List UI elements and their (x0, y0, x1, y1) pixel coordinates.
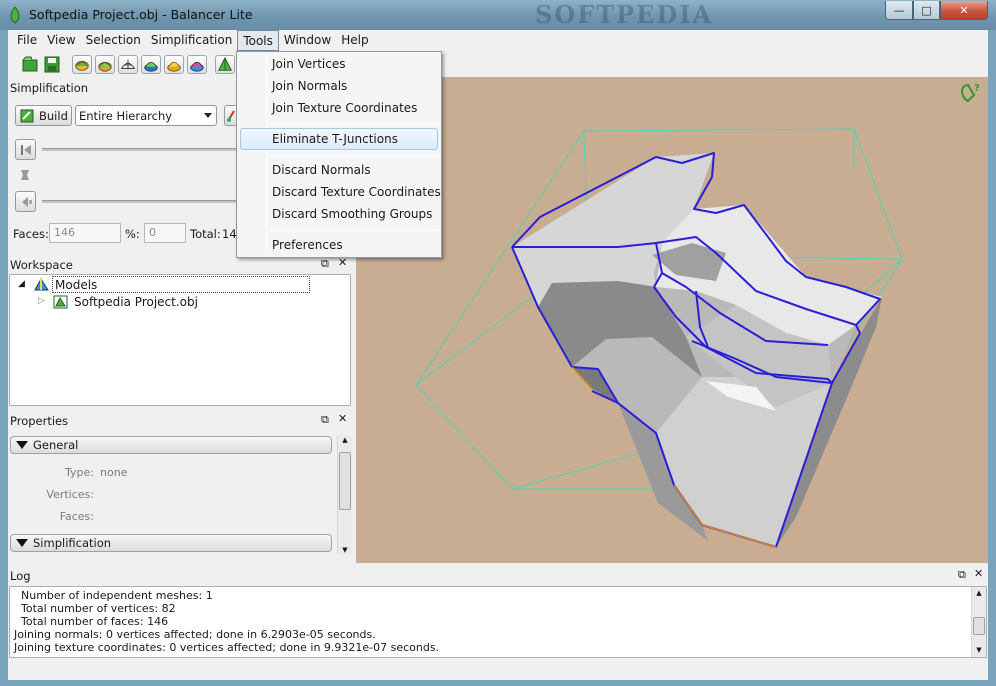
faces-label: Faces: (13, 227, 49, 241)
menu-item-join-normals[interactable]: Join Normals (272, 79, 347, 93)
collapsed-arrow-icon[interactable]: ▷ (38, 296, 45, 306)
mesh-view-6-icon[interactable] (187, 55, 207, 74)
close-pane-icon[interactable]: ✕ (974, 567, 983, 580)
close-pane-icon[interactable]: ✕ (338, 412, 347, 425)
log-line: Total number of vertices: 82 (14, 602, 176, 615)
menu-separator (269, 123, 439, 124)
simplification-section-header[interactable]: Simplification (10, 534, 332, 552)
softpedia-watermark: SOFTPEDIA (535, 0, 714, 29)
svg-text:?: ? (974, 83, 980, 94)
mesh-view-2-icon[interactable] (95, 55, 115, 74)
menu-bar: File View Selection Simplification Tools… (8, 30, 988, 51)
log-output[interactable]: Number of independent meshes: 1 Total nu… (9, 586, 987, 658)
general-section-header[interactable]: General (10, 436, 332, 454)
log-panel: Log ⧉ ✕ Number of independent meshes: 1 … (8, 565, 988, 680)
type-label: Type: (65, 466, 94, 479)
percent-field[interactable]: 0 (144, 223, 186, 243)
close-button[interactable]: ✕ (940, 1, 988, 20)
mesh-view-3-icon[interactable] (118, 55, 138, 74)
properties-panel: Properties ⧉ ✕ General Type: none Vertic… (8, 412, 354, 562)
3d-viewport[interactable]: ? (356, 77, 988, 563)
menu-item-join-texture-coordinates[interactable]: Join Texture Coordinates (272, 101, 417, 115)
menu-file[interactable]: File (12, 30, 42, 51)
maximize-button[interactable]: □ (913, 1, 940, 20)
simplification-section-label: Simplification (33, 536, 112, 550)
mesh-model (512, 153, 882, 547)
app-icon (10, 6, 20, 24)
log-line: Joining normals: 0 vertices affected; do… (14, 628, 376, 641)
expanded-arrow-icon[interactable]: ◢ (18, 279, 25, 289)
menu-item-join-vertices[interactable]: Join Vertices (272, 57, 346, 71)
tree-item-models[interactable]: Models (52, 276, 310, 293)
menu-separator (269, 155, 439, 156)
menu-item-eliminate-t-junctions[interactable]: Eliminate T-Junctions (272, 132, 398, 146)
help-cursor-icon[interactable]: ? (961, 83, 980, 103)
build-label: Build (39, 109, 68, 123)
skip-back-icon (21, 145, 31, 155)
minimize-button[interactable]: — (885, 1, 913, 20)
level-button[interactable] (15, 165, 36, 186)
menu-item-preferences[interactable]: Preferences (272, 238, 343, 252)
menu-selection[interactable]: Selection (81, 30, 146, 51)
type-value: none (100, 466, 128, 479)
open-file-icon[interactable] (20, 55, 40, 74)
menu-separator (269, 230, 439, 231)
general-section-label: General (33, 438, 79, 452)
step-back-icon (22, 197, 32, 207)
menu-simplification[interactable]: Simplification (146, 30, 237, 51)
log-line: Number of independent meshes: 1 (14, 589, 213, 602)
properties-scrollbar[interactable]: ▲ ▼ (337, 436, 352, 554)
mesh-view-1-icon[interactable] (72, 55, 92, 74)
build-button[interactable]: Build (15, 105, 72, 126)
models-icon (34, 278, 49, 291)
workspace-panel: Workspace ⧉ ✕ ◢ Models ▷ Softpedia Proje… (8, 256, 354, 408)
float-pane-icon[interactable]: ⧉ (321, 257, 329, 271)
step-back-button[interactable] (15, 191, 36, 212)
collapse-arrow-icon (16, 539, 28, 547)
menu-item-discard-smoothing-groups[interactable]: Discard Smoothing Groups (272, 207, 432, 221)
title-bar[interactable]: Softpedia Project.obj - Balancer Lite SO… (0, 0, 996, 30)
viewport-canvas[interactable]: ? (356, 77, 988, 563)
vertices-label: Vertices: (46, 488, 94, 501)
log-scrollbar[interactable]: ▲ ▼ (971, 587, 986, 657)
percent-label: %: (125, 227, 140, 241)
window-title: Softpedia Project.obj - Balancer Lite (29, 7, 253, 22)
mesh-view-4-icon[interactable] (141, 55, 161, 74)
log-line: Joining texture coordinates: 0 vertices … (14, 641, 440, 654)
menu-window[interactable]: Window (279, 30, 336, 51)
faces-field[interactable]: 146 (49, 223, 121, 243)
properties-title: Properties (8, 412, 354, 430)
menu-item-discard-normals[interactable]: Discard Normals (272, 163, 371, 177)
jump-start-button[interactable] (15, 139, 36, 160)
mesh-view-5-icon[interactable] (164, 55, 184, 74)
level-icon (21, 170, 29, 180)
menu-item-discard-texture-coordinates[interactable]: Discard Texture Coordinates (272, 185, 441, 199)
step-slider[interactable] (42, 200, 242, 203)
save-icon[interactable] (42, 55, 62, 74)
menu-view[interactable]: View (42, 30, 80, 51)
collapse-arrow-icon (16, 441, 28, 449)
workspace-title: Workspace (8, 256, 354, 274)
total-label: Total: (190, 227, 221, 241)
chevron-down-icon (204, 113, 212, 118)
scope-select[interactable]: Entire Hierarchy (75, 105, 217, 126)
workspace-tree[interactable]: ◢ Models ▷ Softpedia Project.obj (9, 274, 351, 406)
float-pane-icon[interactable]: ⧉ (958, 568, 966, 582)
pyramid-icon[interactable] (215, 55, 235, 74)
log-title: Log (8, 565, 988, 583)
menu-help[interactable]: Help (336, 30, 373, 51)
toolbar (8, 51, 988, 77)
build-icon (20, 109, 34, 123)
tools-menu: Join Vertices Join Normals Join Texture … (236, 51, 442, 258)
model-file-icon (53, 295, 68, 309)
menu-tools[interactable]: Tools (237, 30, 279, 51)
log-line: Total number of faces: 146 (14, 615, 169, 628)
tree-item-project[interactable]: Softpedia Project.obj (74, 295, 198, 309)
float-pane-icon[interactable]: ⧉ (321, 413, 329, 427)
faces-prop-label: Faces: (59, 510, 94, 523)
scope-select-value: Entire Hierarchy (79, 109, 173, 123)
lod-slider[interactable] (42, 148, 242, 151)
